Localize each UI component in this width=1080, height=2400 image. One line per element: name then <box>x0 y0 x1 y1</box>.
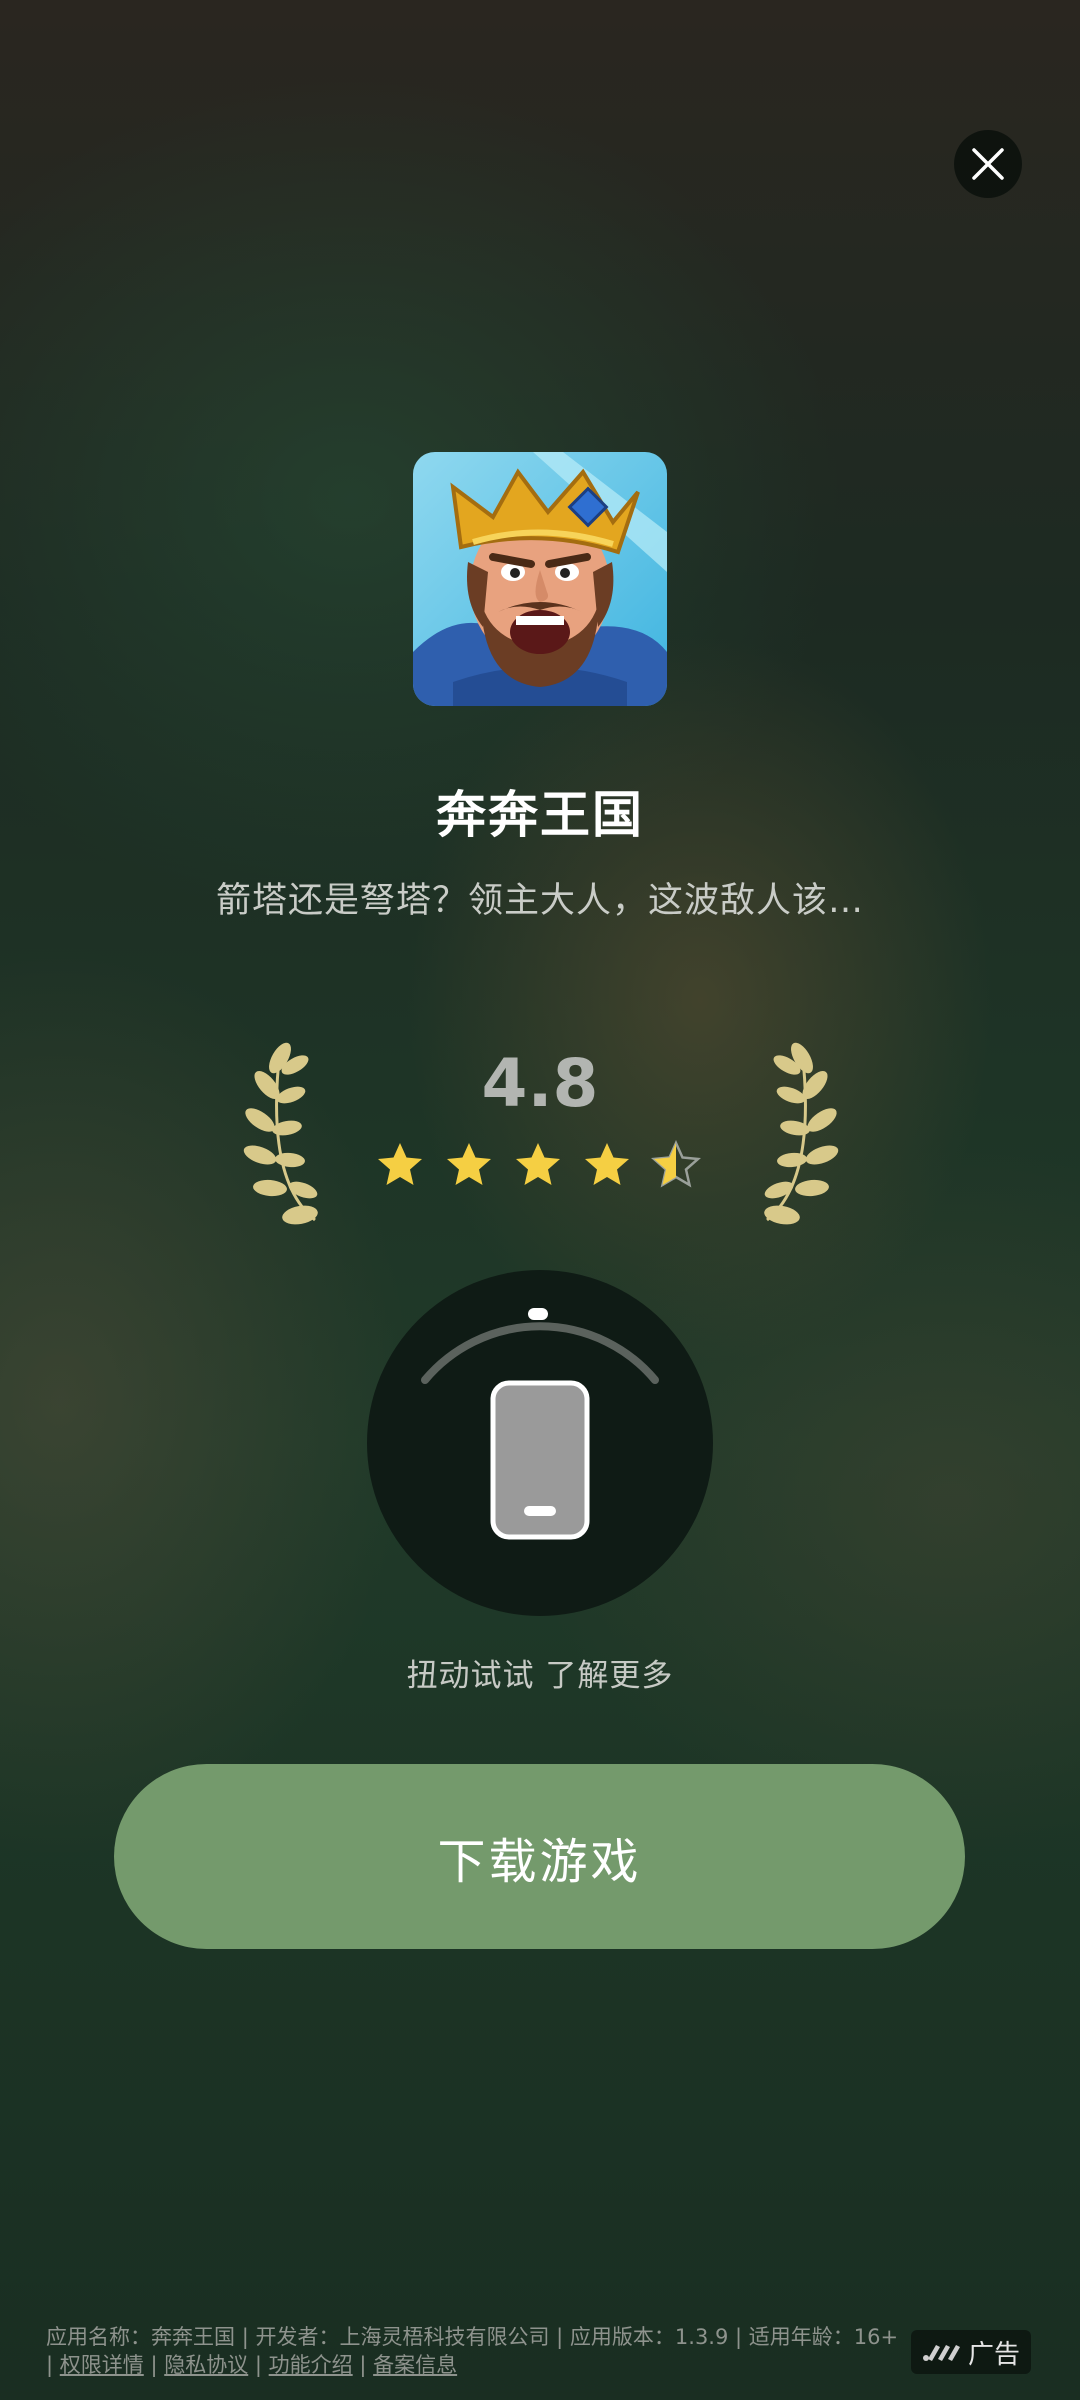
rating-value: 4.8 <box>481 1045 599 1122</box>
star-icon <box>585 1143 629 1185</box>
star-rating <box>378 1141 700 1187</box>
star-icon <box>378 1143 422 1185</box>
half-star-icon <box>652 1141 700 1187</box>
ad-logo-icon <box>922 2345 960 2361</box>
phone-icon <box>490 1380 590 1540</box>
close-button[interactable] <box>954 130 1022 198</box>
features-link[interactable]: 功能介绍 <box>269 2353 353 2377</box>
ad-label: 广告 <box>967 2339 1020 2370</box>
app-info-footer: 应用名称：奔奔王国 | 开发者：上海灵梧科技有限公司 | 应用版本：1.3.9 … <box>46 2325 899 2377</box>
app-icon <box>413 452 667 706</box>
twist-phone-widget[interactable] <box>367 1270 713 1616</box>
twist-hint: 扭动试试 了解更多 <box>406 1658 674 1694</box>
close-icon <box>972 148 1004 180</box>
download-game-button[interactable]: 下载游戏 <box>114 1764 965 1949</box>
privacy-link[interactable]: 隐私协议 <box>164 2353 248 2377</box>
twist-indicator <box>528 1308 548 1320</box>
ad-badge: 广告 <box>911 2330 1031 2374</box>
star-icon <box>447 1143 491 1185</box>
app-description: 箭塔还是弩塔？领主大人，这波敌人该… <box>215 881 864 921</box>
app-name: 奔奔王国 <box>436 786 644 844</box>
permissions-link[interactable]: 权限详情 <box>60 2353 144 2377</box>
filing-link[interactable]: 备案信息 <box>373 2353 457 2377</box>
twist-arc <box>421 1322 659 1384</box>
star-icon <box>516 1143 560 1185</box>
